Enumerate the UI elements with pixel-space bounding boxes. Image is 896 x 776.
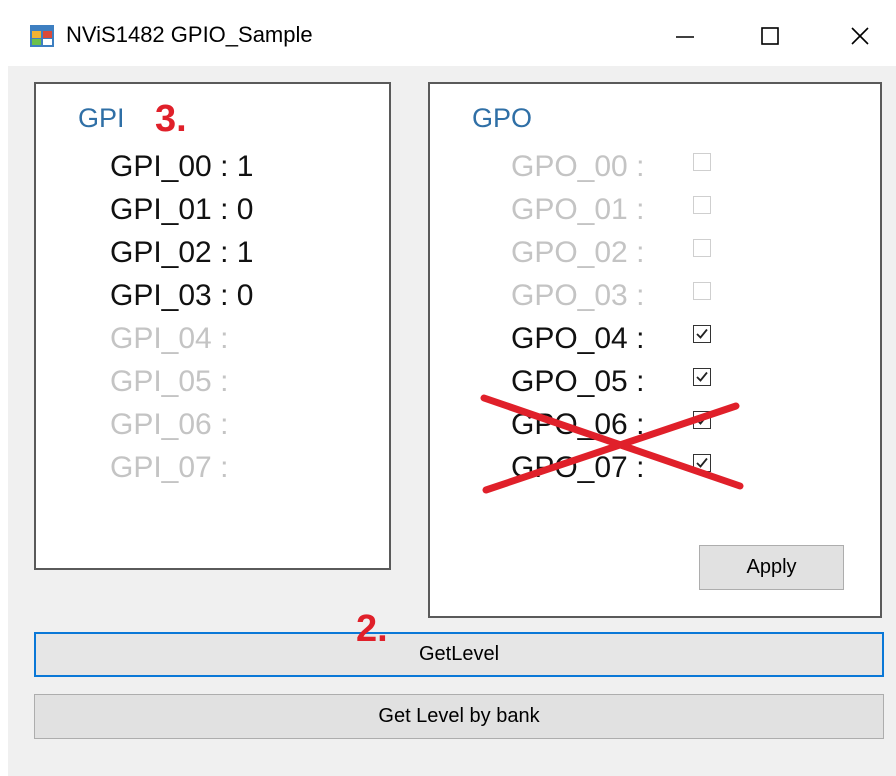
gpi-row-3: GPI_03 : 0 <box>110 279 253 313</box>
get-level-by-bank-button[interactable]: Get Level by bank <box>34 694 884 739</box>
gpi-value: 1 <box>236 150 254 183</box>
checkmark-icon <box>696 328 708 339</box>
gpo-label-0: GPO_00 : <box>511 150 645 183</box>
gpo-checkbox-5[interactable] <box>693 368 711 386</box>
close-button[interactable] <box>830 14 890 58</box>
step-3-annotation: 3. <box>155 98 187 140</box>
gpo-group-title: GPO <box>472 103 533 133</box>
gpi-label: GPI_03 : <box>110 279 229 312</box>
title-bar[interactable]: NViS1482 GPIO_Sample <box>0 0 896 66</box>
gpi-row-1: GPI_01 : 0 <box>110 193 253 227</box>
gpo-label-2: GPO_02 : <box>511 236 645 269</box>
gpi-label: GPI_05 : <box>110 365 229 398</box>
checkmark-icon <box>696 371 708 382</box>
gpi-row-4: GPI_04 : <box>110 322 228 356</box>
maximize-icon <box>761 27 779 45</box>
minimize-button[interactable] <box>655 14 715 58</box>
gpi-row-5: GPI_05 : <box>110 365 228 399</box>
gpo-label-4: GPO_04 : <box>511 322 645 355</box>
close-icon <box>851 27 869 45</box>
window-title: NViS1482 GPIO_Sample <box>66 22 313 47</box>
gpi-label: GPI_04 : <box>110 322 229 355</box>
get-level-button[interactable]: GetLevel <box>34 632 884 677</box>
minimize-icon <box>676 36 694 38</box>
gpi-value: 0 <box>236 279 254 312</box>
apply-button[interactable]: Apply <box>699 545 844 590</box>
gpo-checkbox-3[interactable] <box>693 282 711 300</box>
gpi-label: GPI_00 : <box>110 150 229 183</box>
gpi-label: GPI_07 : <box>110 451 229 484</box>
gpi-value: 1 <box>236 236 254 269</box>
gpi-label: GPI_02 : <box>110 236 229 269</box>
gpi-label: GPI_06 : <box>110 408 229 441</box>
gpo-checkbox-0[interactable] <box>693 153 711 171</box>
step-2-annotation: 2. <box>356 608 388 650</box>
gpo-label-1: GPO_01 : <box>511 193 645 226</box>
maximize-button[interactable] <box>740 14 800 58</box>
gpo-checkbox-2[interactable] <box>693 239 711 257</box>
gpi-row-7: GPI_07 : <box>110 451 228 485</box>
gpi-label: GPI_01 : <box>110 193 229 226</box>
gpi-row-6: GPI_06 : <box>110 408 228 442</box>
gpo-checkbox-1[interactable] <box>693 196 711 214</box>
gpi-row-2: GPI_02 : 1 <box>110 236 253 270</box>
gpi-value: 0 <box>236 193 254 226</box>
gpo-group <box>428 82 882 618</box>
gpo-label-3: GPO_03 : <box>511 279 645 312</box>
app-window-icon <box>30 25 54 47</box>
gpi-row-0: GPI_00 : 1 <box>110 150 253 184</box>
gpo-checkbox-4[interactable] <box>693 325 711 343</box>
gpi-group-title: GPI <box>78 103 125 133</box>
red-cross-annotation-icon <box>480 394 744 494</box>
